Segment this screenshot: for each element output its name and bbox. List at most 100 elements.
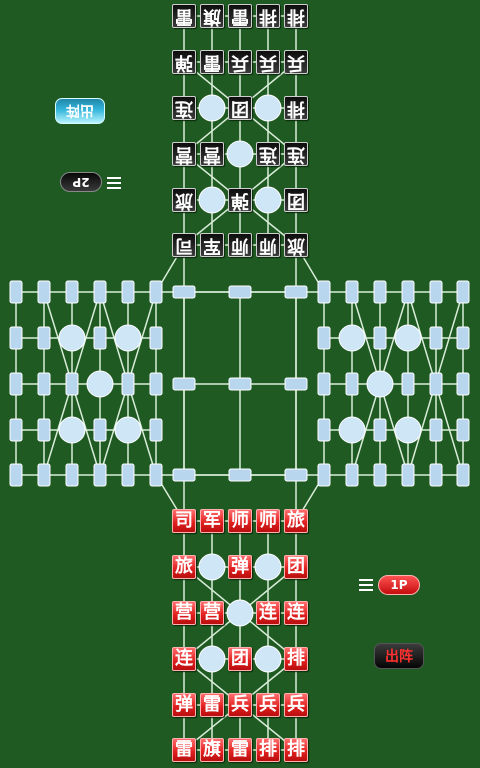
- station-slot: [37, 418, 51, 442]
- station-slot: [9, 372, 23, 396]
- station-slot: [172, 285, 196, 299]
- station-slot: [65, 280, 79, 304]
- bottom-player-piece[interactable]: 连: [172, 647, 196, 671]
- top-player-piece[interactable]: 雷: [172, 4, 196, 28]
- station-slot: [121, 463, 135, 487]
- station-slot: [456, 463, 470, 487]
- station-slot: [9, 280, 23, 304]
- bottom-player-piece[interactable]: 师: [256, 509, 280, 533]
- station-slot: [37, 463, 51, 487]
- top-player-piece[interactable]: 军: [200, 233, 224, 257]
- station-slot: [172, 468, 196, 482]
- top-player-piece[interactable]: 兵: [228, 50, 252, 74]
- camp-circle: [394, 416, 422, 444]
- station-slot: [317, 372, 331, 396]
- station-slot: [401, 372, 415, 396]
- camp-circle: [58, 324, 86, 352]
- camp-circle: [254, 553, 282, 581]
- hamburger-menu-icon[interactable]: [107, 176, 121, 190]
- camp-circle: [58, 416, 86, 444]
- top-player-piece[interactable]: 旅: [284, 233, 308, 257]
- bottom-player-piece[interactable]: 连: [284, 601, 308, 625]
- top-player-piece[interactable]: 连: [256, 142, 280, 166]
- camp-circle: [86, 370, 114, 398]
- bottom-player-piece[interactable]: 司: [172, 509, 196, 533]
- top-player-piece[interactable]: 兵: [256, 50, 280, 74]
- station-slot: [37, 280, 51, 304]
- hamburger-menu-icon[interactable]: [359, 578, 373, 592]
- station-slot: [456, 326, 470, 350]
- bottom-player-piece[interactable]: 弹: [172, 693, 196, 717]
- top-player-piece[interactable]: 雷: [228, 4, 252, 28]
- bottom-player-piece[interactable]: 师: [228, 509, 252, 533]
- top-player-piece[interactable]: 排: [284, 96, 308, 120]
- station-slot: [456, 372, 470, 396]
- bottom-player-piece[interactable]: 排: [284, 738, 308, 762]
- bottom-player-piece[interactable]: 排: [284, 647, 308, 671]
- top-player-piece[interactable]: 旅: [172, 188, 196, 212]
- station-slot: [149, 326, 163, 350]
- bottom-player-piece[interactable]: 兵: [284, 693, 308, 717]
- bottom-player-piece[interactable]: 连: [256, 601, 280, 625]
- top-deploy-button[interactable]: 出阵: [55, 98, 105, 124]
- station-slot: [429, 372, 443, 396]
- bottom-player-piece[interactable]: 兵: [256, 693, 280, 717]
- camp-circle: [254, 94, 282, 122]
- top-player-piece[interactable]: 弹: [228, 188, 252, 212]
- camp-circle: [254, 186, 282, 214]
- top-player-piece[interactable]: 司: [172, 233, 196, 257]
- station-slot: [9, 418, 23, 442]
- camp-circle: [226, 599, 254, 627]
- bottom-player-piece[interactable]: 旅: [172, 555, 196, 579]
- bottom-player-piece[interactable]: 旅: [284, 509, 308, 533]
- station-slot: [345, 463, 359, 487]
- top-player-piece[interactable]: 雷: [200, 50, 224, 74]
- top-player-piece[interactable]: 旗: [200, 4, 224, 28]
- top-player-piece[interactable]: 兵: [284, 50, 308, 74]
- bottom-player-piece[interactable]: 弹: [228, 555, 252, 579]
- player-1-badge: 1P: [378, 575, 420, 595]
- station-slot: [284, 468, 308, 482]
- top-player-piece[interactable]: 连: [172, 96, 196, 120]
- top-player-piece[interactable]: 师: [256, 233, 280, 257]
- top-player-piece[interactable]: 团: [228, 96, 252, 120]
- top-player-piece[interactable]: 排: [256, 4, 280, 28]
- station-slot: [65, 372, 79, 396]
- camp-circle: [198, 645, 226, 673]
- bottom-player-piece[interactable]: 雷: [172, 738, 196, 762]
- station-slot: [456, 418, 470, 442]
- bottom-player-piece[interactable]: 团: [228, 647, 252, 671]
- station-slot: [149, 372, 163, 396]
- station-slot: [228, 377, 252, 391]
- bottom-deploy-button[interactable]: 出阵: [374, 643, 424, 669]
- bottom-player-piece[interactable]: 兵: [228, 693, 252, 717]
- station-slot: [317, 280, 331, 304]
- top-player-piece[interactable]: 营: [172, 142, 196, 166]
- bottom-player-piece[interactable]: 营: [200, 601, 224, 625]
- station-slot: [121, 372, 135, 396]
- station-slot: [93, 280, 107, 304]
- station-slot: [373, 418, 387, 442]
- top-player-piece[interactable]: 营: [200, 142, 224, 166]
- top-player-piece[interactable]: 师: [228, 233, 252, 257]
- top-player-piece[interactable]: 弹: [172, 50, 196, 74]
- bottom-player-piece[interactable]: 军: [200, 509, 224, 533]
- bottom-player-piece[interactable]: 旗: [200, 738, 224, 762]
- bottom-player-piece[interactable]: 雷: [200, 693, 224, 717]
- bottom-player-piece[interactable]: 排: [256, 738, 280, 762]
- station-slot: [37, 326, 51, 350]
- station-slot: [429, 280, 443, 304]
- station-slot: [149, 463, 163, 487]
- top-player-piece[interactable]: 排: [284, 4, 308, 28]
- station-slot: [317, 326, 331, 350]
- station-slot: [373, 463, 387, 487]
- top-player-piece[interactable]: 团: [284, 188, 308, 212]
- station-slot: [401, 463, 415, 487]
- station-slot: [37, 372, 51, 396]
- camp-circle: [338, 416, 366, 444]
- top-player-piece[interactable]: 连: [284, 142, 308, 166]
- camp-circle: [254, 645, 282, 673]
- bottom-player-piece[interactable]: 营: [172, 601, 196, 625]
- bottom-player-piece[interactable]: 雷: [228, 738, 252, 762]
- bottom-player-piece[interactable]: 团: [284, 555, 308, 579]
